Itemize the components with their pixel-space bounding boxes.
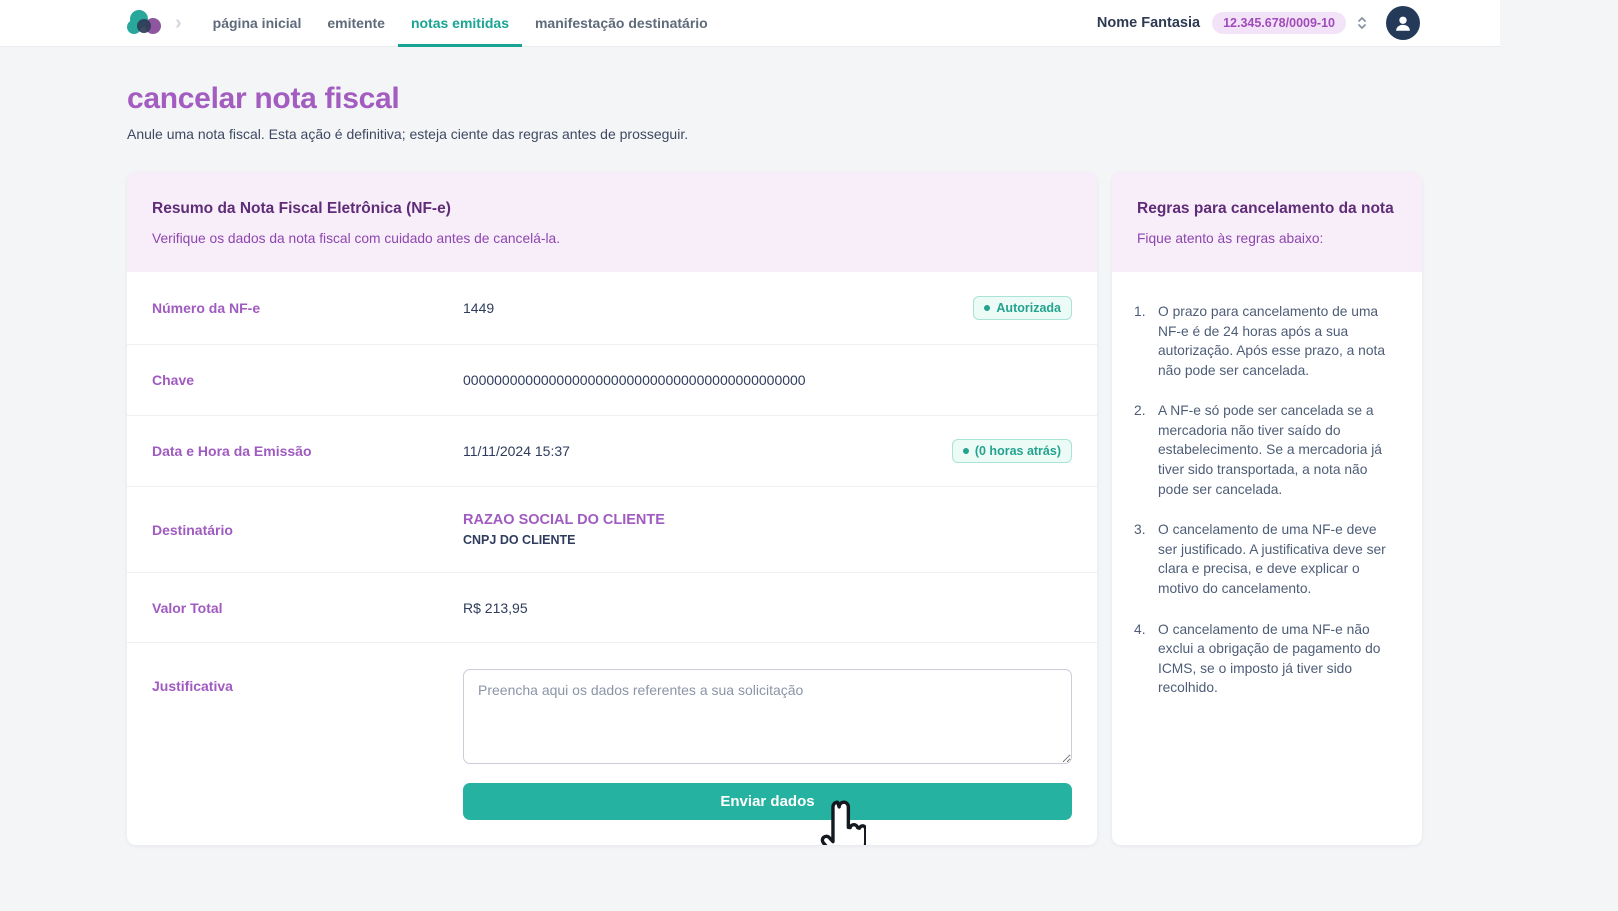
summary-card-header: Resumo da Nota Fiscal Eletrônica (NF-e) … [127,172,1097,272]
row-data-emissao: Data e Hora da Emissão 11/11/2024 15:37 … [127,416,1097,487]
status-badge-label: Autorizada [996,301,1061,315]
row-justificativa: Justificativa Enviar dados [127,643,1097,845]
rules-card-subtitle: Fique atento às regras abaixo: [1137,231,1397,246]
nav-item-pagina-inicial[interactable]: página inicial [200,0,315,47]
destinatario-razao-social: RAZAO SOCIAL DO CLIENTE [463,512,1072,528]
enviar-dados-button[interactable]: Enviar dados [463,783,1072,820]
status-badge: Autorizada [973,296,1072,320]
destinatario-label: Destinatário [152,522,463,538]
company-switcher-chevrons-icon[interactable] [1356,15,1368,31]
nav-item-manifestacao-destinatario[interactable]: manifestação destinatário [522,0,721,47]
rules-card-header: Regras para cancelamento da nota Fique a… [1112,172,1422,272]
cnpj-badge[interactable]: 12.345.678/0009-10 [1212,12,1346,34]
row-chave: Chave 0000000000000000000000000000000000… [127,345,1097,416]
cancellation-rules-card: Regras para cancelamento da nota Fique a… [1112,172,1422,845]
nav-item-emitente[interactable]: emitente [314,0,398,47]
page-title: cancelar nota fiscal [127,82,1618,116]
emission-age-badge: (0 horas atrás) [952,439,1072,463]
user-avatar[interactable] [1386,6,1420,40]
data-emissao-label: Data e Hora da Emissão [152,443,463,459]
nav-item-notas-emitidas[interactable]: notas emitidas [398,0,522,47]
company-name-label: Nome Fantasia [1097,15,1200,31]
summary-card-title: Resumo da Nota Fiscal Eletrônica (NF-e) [152,200,1072,218]
rule-item-4: O cancelamento de uma NF-e não exclui a … [1134,620,1398,698]
rule-item-3-text: O cancelamento de uma NF-e deve ser just… [1158,520,1398,598]
rule-item-4-text: O cancelamento de uma NF-e não exclui a … [1158,620,1398,698]
rules-list: O prazo para cancelamento de uma NF-e é … [1134,302,1398,698]
justificativa-label: Justificativa [152,669,463,694]
valor-total-label: Valor Total [152,600,463,616]
rule-item-2: A NF-e só pode ser cancelada se a mercad… [1134,401,1398,499]
data-emissao-value: 11/11/2024 15:37 [463,443,952,459]
nfe-summary-card: Resumo da Nota Fiscal Eletrônica (NF-e) … [127,172,1097,845]
destinatario-cnpj: CNPJ DO CLIENTE [463,533,1072,547]
summary-card-subtitle: Verifique os dados da nota fiscal com cu… [152,231,1072,246]
app-logo-icon[interactable] [125,8,161,38]
top-navigation-bar: › página inicial emitente notas emitidas… [0,0,1500,47]
cancel-invoice-page: cancelar nota fiscal Anule uma nota fisc… [0,47,1618,845]
rule-item-2-text: A NF-e só pode ser cancelada se a mercad… [1158,401,1398,499]
numero-nfe-label: Número da NF-e [152,300,463,316]
page-subtitle: Anule uma nota fiscal. Esta ação é defin… [127,126,1618,142]
numero-nfe-value: 1449 [463,300,973,316]
row-numero-nfe: Número da NF-e 1449 Autorizada [127,272,1097,345]
row-destinatario: Destinatário RAZAO SOCIAL DO CLIENTE CNP… [127,487,1097,573]
chave-label: Chave [152,372,463,388]
justificativa-textarea[interactable] [463,669,1072,764]
chave-value: 0000000000000000000000000000000000000000… [463,372,1072,388]
rules-list-container: O prazo para cancelamento de uma NF-e é … [1112,272,1422,743]
breadcrumb-chevron-icon: › [175,13,182,33]
row-valor-total: Valor Total R$ 213,95 [127,573,1097,643]
emission-age-dot-icon [963,448,969,454]
rules-card-title: Regras para cancelamento da nota [1137,200,1397,218]
emission-age-badge-label: (0 horas atrás) [975,444,1061,458]
topbar-right-group: Nome Fantasia 12.345.678/0009-10 [1097,6,1500,40]
status-dot-icon [984,305,990,311]
destinatario-value: RAZAO SOCIAL DO CLIENTE CNPJ DO CLIENTE [463,512,1072,547]
rule-item-1: O prazo para cancelamento de uma NF-e é … [1134,302,1398,380]
main-nav: página inicial emitente notas emitidas m… [200,0,721,47]
rule-item-3: O cancelamento de uma NF-e deve ser just… [1134,520,1398,598]
valor-total-value: R$ 213,95 [463,600,1072,616]
rule-item-1-text: O prazo para cancelamento de uma NF-e é … [1158,302,1398,380]
content-columns: Resumo da Nota Fiscal Eletrônica (NF-e) … [127,172,1422,845]
